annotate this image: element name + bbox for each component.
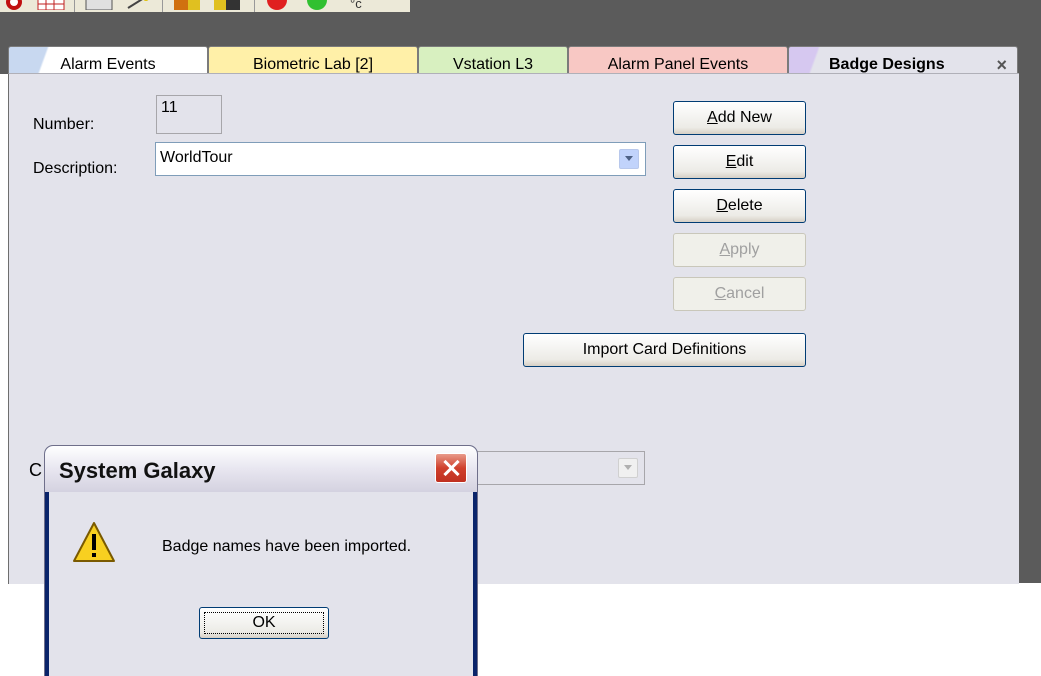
wand-icon[interactable] [124,0,154,10]
warning-icon [73,522,115,562]
description-dropdown[interactable]: WorldTour [155,142,646,176]
accelerator-key: C [714,285,727,302]
toolbar-separator [162,0,163,12]
red-light-icon[interactable] [262,0,292,10]
grid-icon[interactable] [36,0,66,10]
accelerator-key: D [716,197,728,214]
toolbar-strip: °c [0,0,410,12]
door-open-icon[interactable] [210,0,244,10]
description-value: WorldTour [160,149,233,166]
dialog-titlebar: System Galaxy [45,446,477,492]
focus-rectangle [204,612,324,634]
toolbar-separator [254,0,255,12]
ok-button[interactable]: OK [199,607,329,639]
accelerator-key: E [725,153,737,170]
message-dialog: System Galaxy Badge names have been impo… [45,446,477,676]
dialog-body: Badge names have been imported. OK [49,492,473,676]
disabled-dropdown [449,451,645,485]
edit-button[interactable]: Edit [673,145,806,179]
number-field: 11 [156,95,222,134]
add-new-button[interactable]: Add New [673,101,806,135]
cancel-button[interactable]: Cancel [673,277,806,311]
chevron-down-icon [618,458,638,478]
number-label: Number: [33,116,95,133]
button-label: pply [730,241,760,258]
description-label: Description: [33,160,118,177]
accelerator-key: A [707,109,718,126]
button-label: dit [736,153,754,170]
chevron-down-icon[interactable] [619,149,639,169]
dialog-message: Badge names have been imported. [162,538,412,555]
toolbar: °c [0,0,1041,12]
close-icon[interactable] [435,453,467,483]
keyboard-icon[interactable] [84,0,114,10]
partial-label: C [29,460,42,480]
accelerator-key: A [719,241,731,258]
green-light-icon[interactable] [302,0,332,10]
button-label: elete [727,197,763,214]
temperature-icon[interactable]: °c [350,0,362,12]
window-edge [1018,73,1041,583]
security-icon[interactable] [4,0,24,10]
dialog-title: System Galaxy [59,458,216,483]
button-label: ancel [726,285,765,302]
toolbar-separator [74,0,75,12]
button-label: dd New [717,109,772,126]
import-card-definitions-button[interactable]: Import Card Definitions [523,333,806,367]
tab-strip: Alarm Events Biometric Lab [2] Vstation … [0,12,1041,85]
delete-button[interactable]: Delete [673,189,806,223]
door-exit-icon[interactable] [170,0,204,10]
apply-button[interactable]: Apply [673,233,806,267]
